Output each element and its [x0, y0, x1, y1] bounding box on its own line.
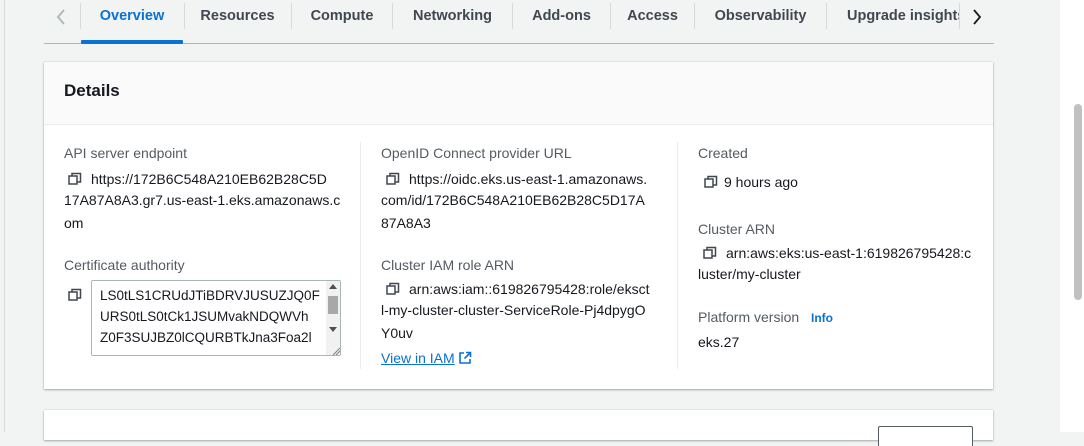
tab-upgrade-insights[interactable]: Upgrade insights: [827, 0, 959, 32]
scroll-down-icon[interactable]: [329, 327, 337, 332]
api-endpoint-label: API server endpoint: [64, 145, 187, 161]
resize-handle-icon[interactable]: [331, 346, 341, 356]
certificate-authority-textarea[interactable]: LS0tLS1CRUdJTiBDRVJUSUZJQ0F URS0tLS0tCk1…: [91, 280, 341, 356]
certificate-line1: LS0tLS1CRUdJTiBDRVJUSUZJQ0F: [100, 288, 320, 303]
platform-version-info-link[interactable]: Info: [811, 311, 833, 325]
view-in-iam-label: View in IAM: [381, 350, 455, 366]
api-endpoint-line3: om: [64, 215, 84, 231]
details-card: Details API server endpoint https://172B…: [44, 62, 993, 389]
iam-role-line3: Y0uv: [381, 325, 413, 341]
copy-icon[interactable]: [68, 172, 82, 186]
active-tab-indicator: [81, 40, 183, 44]
chevron-right-icon: [973, 9, 982, 25]
cluster-arn-label: Cluster ARN: [698, 221, 776, 237]
next-card: [44, 410, 993, 446]
oidc-line1: https://oidc.eks.us-east-1.amazonaws.: [409, 171, 648, 187]
api-endpoint-line1: https://172B6C548A210EB62B28C5D: [91, 171, 327, 187]
column-divider: [360, 142, 361, 369]
tab-resources[interactable]: Resources: [185, 0, 290, 32]
iam-role-line2: l-my-cluster-cluster-ServiceRole-Pj4dpyg…: [381, 302, 646, 318]
oidc-line2: com/id/172B6C548A210EB62B28C5D17A: [381, 192, 645, 208]
copy-icon[interactable]: [704, 175, 718, 189]
oidc-label: OpenID Connect provider URL: [381, 145, 572, 161]
tab-networking[interactable]: Networking: [393, 0, 512, 32]
created-value: 9 hours ago: [724, 174, 798, 190]
platform-version-value: eks.27: [698, 334, 740, 350]
cluster-iam-role-label: Cluster IAM role ARN: [381, 257, 515, 273]
tab-overview[interactable]: Overview: [81, 0, 183, 32]
tab-access[interactable]: Access: [611, 0, 694, 32]
scroll-up-icon[interactable]: [329, 284, 337, 289]
tabs-underline: [44, 43, 994, 44]
next-card-button[interactable]: [878, 426, 973, 446]
copy-icon[interactable]: [68, 288, 82, 302]
tabs-scroll-left-button[interactable]: [46, 4, 76, 30]
certificate-text: LS0tLS1CRUdJTiBDRVJUSUZJQ0F URS0tLS0tCk1…: [100, 285, 326, 348]
certificate-line2: URS0tLS0tCk1JSUMvakNDQWVh: [100, 309, 309, 324]
tabs-scroll-right-button[interactable]: [962, 4, 992, 30]
platform-version-label: Platform version: [698, 309, 800, 325]
api-endpoint-line2: 17A87A8A3.gr7.us-east-1.eks.amazonaws.c: [64, 192, 341, 208]
page-scrollbar-thumb[interactable]: [1074, 104, 1082, 300]
chevron-left-icon: [56, 9, 65, 25]
left-rule: [4, 0, 5, 432]
copy-icon[interactable]: [386, 282, 400, 296]
copy-icon[interactable]: [386, 172, 400, 186]
column-divider: [677, 142, 678, 369]
created-label: Created: [698, 145, 748, 161]
details-title: Details: [64, 81, 120, 100]
cluster-arn-line2: luster/my-cluster: [698, 266, 801, 282]
cluster-arn-line1: arn:aws:eks:us-east-1:619826795428:c: [726, 245, 972, 261]
certificate-line3: Z0F3SUJBZ0lCQURBTkJna3Foa2l: [100, 330, 312, 345]
view-in-iam-link[interactable]: View in IAM: [381, 350, 472, 366]
tab-observability[interactable]: Observability: [695, 0, 826, 32]
details-card-header: Details: [44, 62, 993, 125]
textarea-scrollbar[interactable]: [326, 281, 340, 355]
external-link-icon: [458, 351, 471, 364]
certificate-authority-label: Certificate authority: [64, 257, 185, 273]
tab-add-ons[interactable]: Add-ons: [513, 0, 610, 32]
tab-separator: [959, 3, 960, 29]
scroll-thumb[interactable]: [328, 296, 338, 314]
copy-icon[interactable]: [703, 246, 717, 260]
tab-compute[interactable]: Compute: [292, 0, 392, 32]
iam-role-line1: arn:aws:iam::619826795428:role/eksct: [409, 281, 650, 297]
oidc-line3: 87A8A3: [381, 215, 431, 231]
